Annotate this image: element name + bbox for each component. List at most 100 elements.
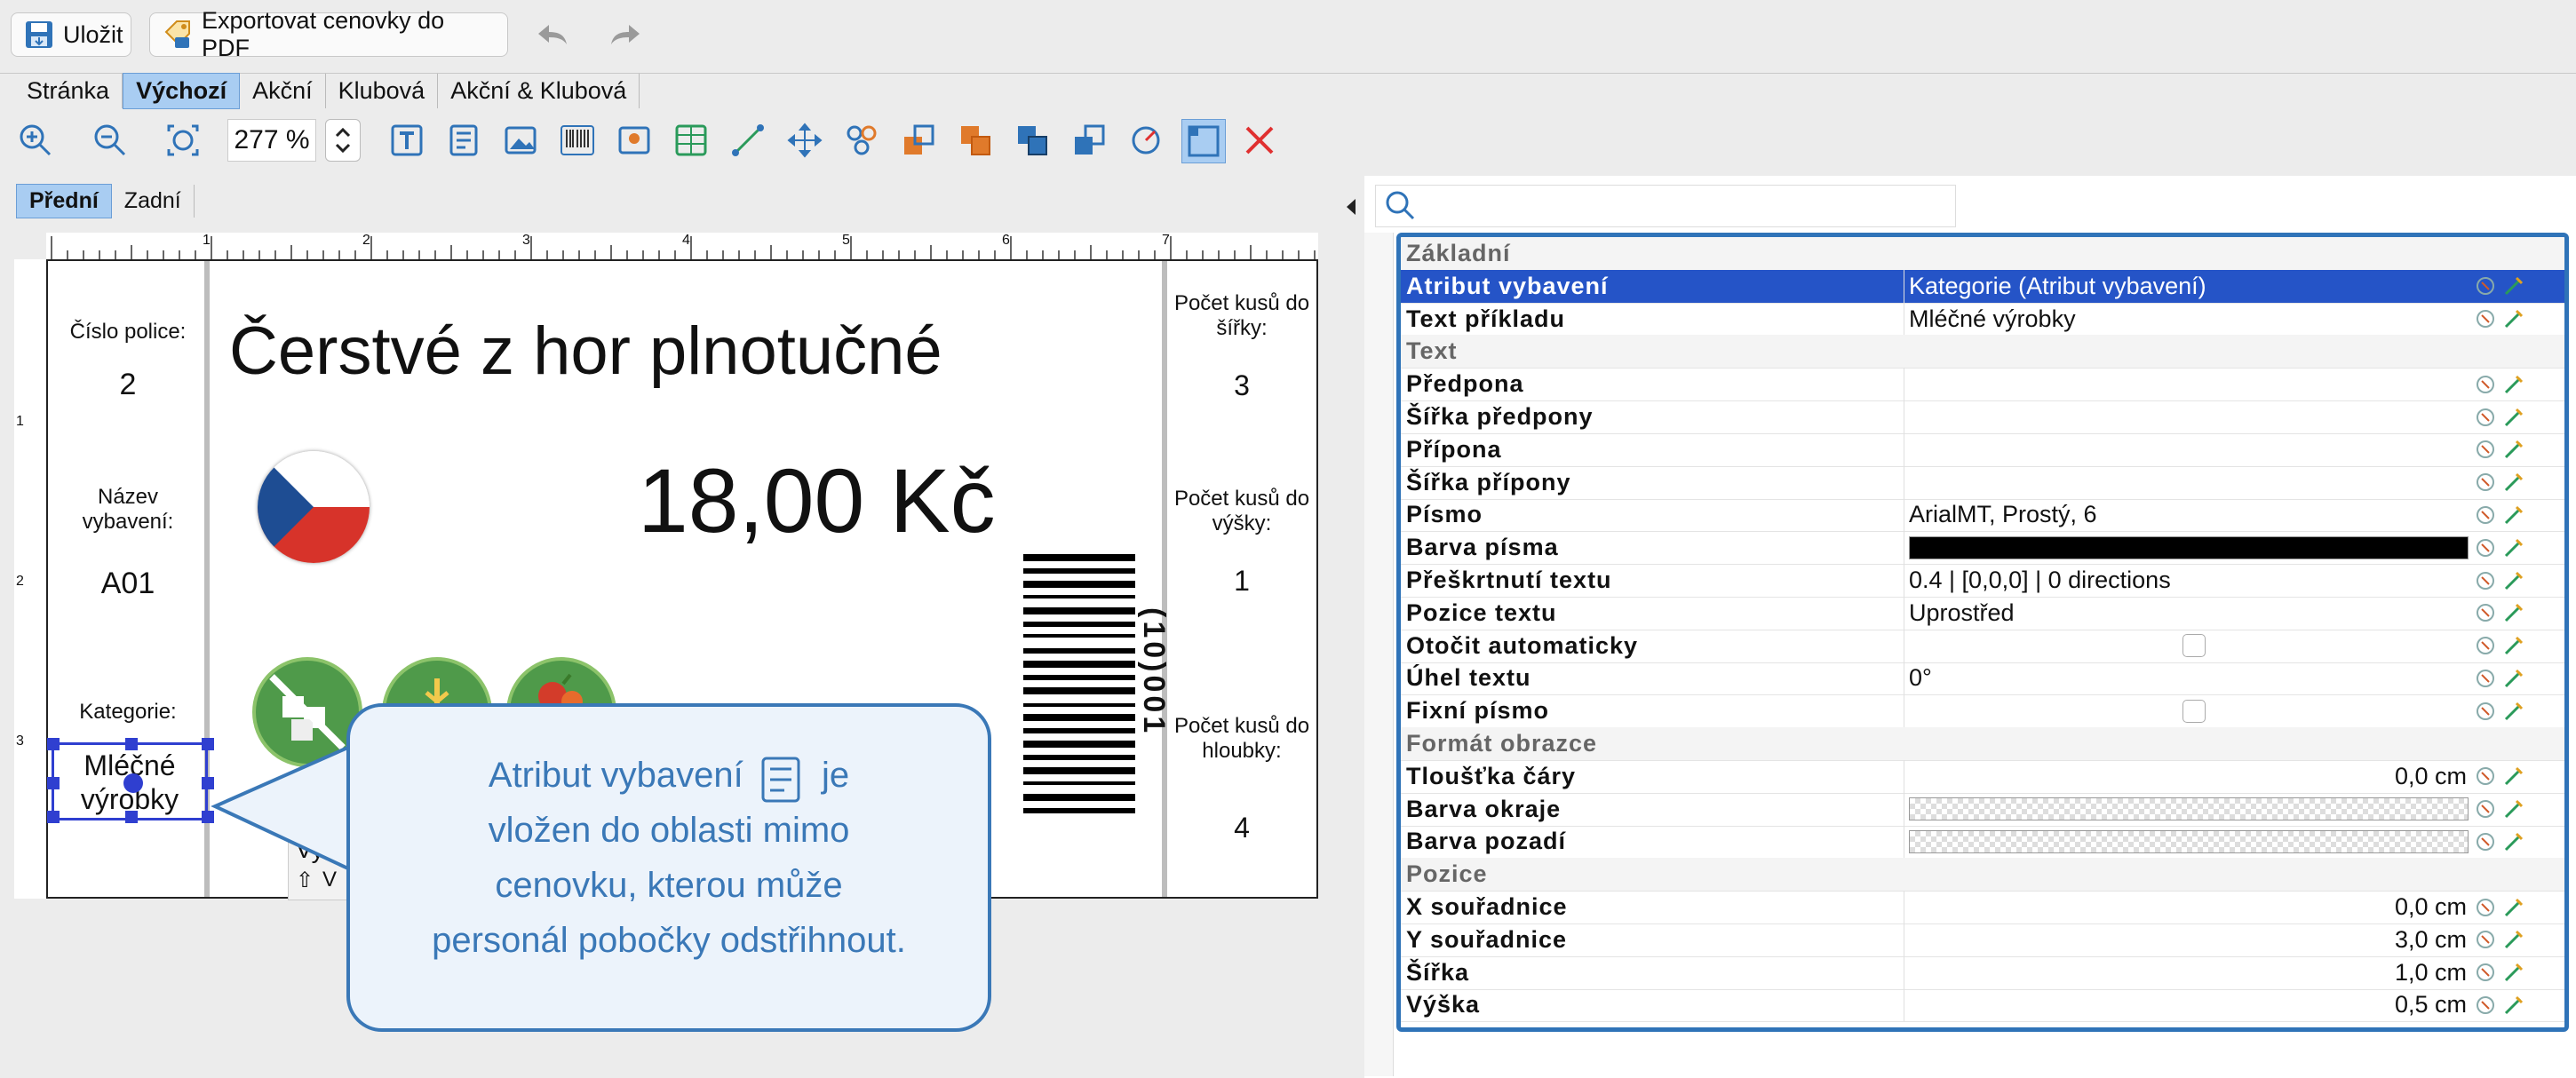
delete-icon[interactable] bbox=[1238, 119, 1281, 162]
tab-akcni[interactable]: Akční bbox=[240, 73, 326, 108]
property-row[interactable]: Úhel textu 0° bbox=[1401, 662, 2564, 696]
property-value[interactable]: ArialMT, Prostý, 6 bbox=[1909, 501, 2097, 528]
tab-zadni[interactable]: Zadní bbox=[112, 184, 195, 218]
collapse-arrow-icon[interactable] bbox=[1345, 197, 1357, 217]
edit-value-icon[interactable] bbox=[2502, 274, 2525, 297]
property-value[interactable]: Mléčné výrobky bbox=[1909, 305, 2076, 333]
edit-value-icon[interactable] bbox=[2502, 765, 2525, 788]
property-section[interactable]: ⌄Formát obrazce bbox=[1401, 727, 2564, 761]
reset-value-icon[interactable] bbox=[2474, 569, 2497, 592]
edit-value-icon[interactable] bbox=[2502, 601, 2525, 624]
reset-value-icon[interactable] bbox=[2474, 438, 2497, 461]
rotate-icon[interactable] bbox=[1125, 119, 1167, 162]
property-row[interactable]: Text příkladu Mléčné výrobky bbox=[1401, 302, 2564, 337]
property-row[interactable]: Barva písma bbox=[1401, 531, 2564, 566]
zoom-in-icon[interactable] bbox=[14, 119, 57, 162]
property-row[interactable]: Písmo ArialMT, Prostý, 6 bbox=[1401, 498, 2564, 533]
property-value[interactable]: Kategorie (Atribut vybavení) bbox=[1909, 273, 2206, 300]
send-backward-icon[interactable] bbox=[1011, 119, 1053, 162]
tab-predni[interactable]: Přední bbox=[16, 183, 112, 218]
resize-handle[interactable] bbox=[125, 811, 138, 823]
reset-value-icon[interactable] bbox=[2474, 667, 2497, 690]
property-row[interactable]: Tloušťka čáry 0,0 cm bbox=[1401, 759, 2564, 794]
property-row[interactable]: X souřadnice 0,0 cm bbox=[1401, 891, 2564, 924]
property-row[interactable]: Barva okraje bbox=[1401, 792, 2564, 827]
property-row[interactable]: Předpona bbox=[1401, 368, 2564, 402]
tab-vychozi[interactable]: Výchozí bbox=[123, 72, 241, 109]
category-value-selected[interactable]: Mléčné výrobky bbox=[47, 738, 214, 823]
property-row[interactable]: Atribut vybavení Kategorie (Atribut vybav… bbox=[1401, 269, 2564, 304]
reset-value-icon[interactable] bbox=[2474, 274, 2497, 297]
checkbox[interactable] bbox=[2182, 699, 2206, 723]
zoom-stepper[interactable] bbox=[325, 119, 361, 162]
reset-value-icon[interactable] bbox=[2474, 307, 2497, 330]
reset-value-icon[interactable] bbox=[2474, 765, 2497, 788]
edit-value-icon[interactable] bbox=[2502, 797, 2525, 820]
property-value[interactable]: 0,0 cm bbox=[2395, 893, 2467, 921]
resize-handle[interactable] bbox=[47, 777, 60, 789]
zoom-input[interactable]: 277 % bbox=[227, 119, 316, 162]
color-swatch[interactable] bbox=[1909, 535, 2469, 559]
property-row[interactable]: Fixní písmo bbox=[1401, 694, 2564, 729]
edit-value-icon[interactable] bbox=[2502, 471, 2525, 494]
edit-value-icon[interactable] bbox=[2502, 700, 2525, 723]
reset-value-icon[interactable] bbox=[2474, 797, 2497, 820]
edit-value-icon[interactable] bbox=[2502, 928, 2525, 951]
rotate-handle[interactable] bbox=[123, 773, 143, 793]
reset-value-icon[interactable] bbox=[2474, 994, 2497, 1017]
reset-value-icon[interactable] bbox=[2474, 896, 2497, 919]
zoom-out-icon[interactable] bbox=[89, 119, 131, 162]
group-icon[interactable] bbox=[840, 119, 883, 162]
edit-value-icon[interactable] bbox=[2502, 994, 2525, 1017]
move-icon[interactable] bbox=[783, 119, 826, 162]
resize-handle[interactable] bbox=[47, 811, 60, 823]
resize-handle[interactable] bbox=[47, 738, 60, 750]
edit-value-icon[interactable] bbox=[2502, 307, 2525, 330]
tab-stranka[interactable]: Stránka bbox=[14, 73, 123, 108]
property-value[interactable]: 3,0 cm bbox=[2395, 926, 2467, 954]
insert-attribute-icon[interactable] bbox=[442, 119, 485, 162]
property-row[interactable]: Šířka přípony bbox=[1401, 465, 2564, 500]
reset-value-icon[interactable] bbox=[2474, 406, 2497, 429]
property-value[interactable]: 0,5 cm bbox=[2395, 991, 2467, 1019]
property-row[interactable]: Šířka 1,0 cm bbox=[1401, 955, 2564, 990]
tab-klubova[interactable]: Klubová bbox=[326, 73, 439, 108]
property-row[interactable]: Šířka předpony bbox=[1401, 400, 2564, 434]
tab-akcni-klubova[interactable]: Akční & Klubová bbox=[438, 73, 640, 108]
reset-value-icon[interactable] bbox=[2474, 536, 2497, 559]
property-row[interactable]: Výška 0,5 cm bbox=[1401, 988, 2564, 1023]
property-section[interactable]: ⌄Pozice bbox=[1401, 858, 2564, 892]
resize-handle[interactable] bbox=[125, 738, 138, 750]
property-row[interactable]: Pozice textu Uprostřed bbox=[1401, 596, 2564, 630]
property-section[interactable]: ⌄Základní bbox=[1401, 237, 2564, 271]
bring-forward-icon[interactable] bbox=[954, 119, 997, 162]
bring-front-icon[interactable] bbox=[897, 119, 940, 162]
edit-value-icon[interactable] bbox=[2502, 373, 2525, 396]
edit-value-icon[interactable] bbox=[2502, 406, 2525, 429]
reset-value-icon[interactable] bbox=[2474, 961, 2497, 984]
property-row[interactable]: Otočit automaticky bbox=[1401, 629, 2564, 663]
insert-image-icon[interactable] bbox=[499, 119, 542, 162]
property-value[interactable]: Uprostřed bbox=[1909, 599, 2015, 627]
undo-icon[interactable] bbox=[535, 20, 570, 50]
reset-value-icon[interactable] bbox=[2474, 700, 2497, 723]
redo-icon[interactable] bbox=[608, 20, 643, 50]
edit-value-icon[interactable] bbox=[2502, 667, 2525, 690]
reset-value-icon[interactable] bbox=[2474, 928, 2497, 951]
send-back-icon[interactable] bbox=[1068, 119, 1110, 162]
insert-barcode-icon[interactable] bbox=[556, 119, 599, 162]
export-pdf-button[interactable]: Exportovat cenovky do PDF bbox=[149, 7, 508, 61]
insert-flag-icon[interactable] bbox=[613, 119, 656, 162]
property-row[interactable]: Přeškrtnutí textu 0.4 | [0,0,0] | 0 direc… bbox=[1401, 564, 2564, 598]
checkbox[interactable] bbox=[2182, 634, 2206, 658]
insert-line-icon[interactable] bbox=[727, 119, 769, 162]
edit-value-icon[interactable] bbox=[2502, 634, 2525, 657]
frame-toggle-icon[interactable] bbox=[1181, 119, 1226, 163]
reset-value-icon[interactable] bbox=[2474, 830, 2497, 853]
edit-value-icon[interactable] bbox=[2502, 569, 2525, 592]
save-button[interactable]: Uložit bbox=[11, 12, 131, 57]
edit-value-icon[interactable] bbox=[2502, 438, 2525, 461]
edit-value-icon[interactable] bbox=[2502, 896, 2525, 919]
property-row[interactable]: Přípona bbox=[1401, 432, 2564, 467]
reset-value-icon[interactable] bbox=[2474, 471, 2497, 494]
